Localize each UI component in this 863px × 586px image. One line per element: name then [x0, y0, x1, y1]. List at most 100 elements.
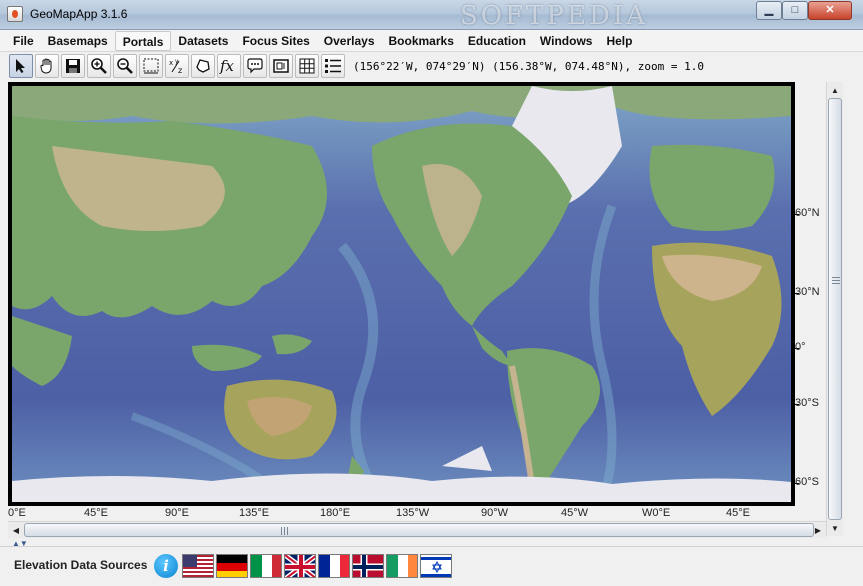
menu-datasets[interactable]: Datasets [171, 31, 235, 51]
menu-file[interactable]: File [6, 31, 41, 51]
maximize-button[interactable]: □ [782, 1, 808, 20]
lat-label-30n: 30°N [795, 286, 820, 298]
rectangle-select-button[interactable] [139, 54, 163, 78]
app-icon [7, 6, 23, 22]
map-canvas [12, 86, 791, 502]
lon-label: 45°E [726, 507, 750, 519]
xyz-tool-button[interactable]: xyz [165, 54, 189, 78]
flag-norway-button[interactable] [352, 554, 384, 578]
israel-flag-icon [421, 555, 451, 577]
horizontal-scrollbar[interactable]: ◀ ▶ [8, 521, 826, 538]
pan-tool-button[interactable] [35, 54, 59, 78]
lat-label-60s: 60°S [795, 476, 819, 488]
france-flag-icon [319, 555, 349, 577]
menu-bar: File Basemaps Portals Datasets Focus Sit… [0, 30, 863, 52]
minimize-button[interactable]: ▁ [756, 1, 782, 20]
italy-flag-icon [251, 555, 281, 577]
scroll-down-arrow-icon[interactable]: ▼ [827, 520, 843, 536]
frame-icon [273, 59, 289, 73]
lon-label: 135°E [239, 507, 270, 519]
scroll-up-arrow-icon[interactable]: ▲ [827, 82, 843, 98]
menu-basemaps[interactable]: Basemaps [41, 31, 115, 51]
menu-overlays[interactable]: Overlays [317, 31, 382, 51]
lasso-tool-button[interactable] [191, 54, 215, 78]
lon-label: 135°W [396, 507, 430, 519]
flag-germany-button[interactable] [216, 554, 248, 578]
svg-text:z: z [178, 66, 182, 75]
select-arrow-icon [16, 59, 25, 73]
pan-hand-icon [40, 58, 52, 74]
zoom-in-icon [91, 58, 107, 74]
speech-bubble-button[interactable] [243, 54, 267, 78]
vertical-scrollbar[interactable]: ▲ ▼ [826, 82, 843, 536]
list-icon [325, 59, 341, 73]
list-button[interactable] [321, 54, 345, 78]
uk-flag-icon [285, 555, 315, 577]
map-frame [8, 82, 795, 506]
softpedia-watermark: SOFTPEDIA [460, 1, 648, 31]
zoom-in-button[interactable] [87, 54, 111, 78]
flag-italy-button[interactable] [250, 554, 282, 578]
lon-label: 90°W [481, 507, 509, 519]
norway-flag-icon [353, 555, 383, 577]
horizontal-scroll-thumb[interactable] [24, 523, 814, 537]
save-button[interactable] [61, 54, 85, 78]
menu-education[interactable]: Education [461, 31, 533, 51]
menu-help[interactable]: Help [599, 31, 639, 51]
us-flag-icon [183, 555, 213, 577]
germany-flag-icon [217, 555, 247, 577]
zoom-out-button[interactable] [113, 54, 137, 78]
flag-uk-button[interactable] [284, 554, 316, 578]
coordinate-readout: (156°22′W, 074°29′N) (156.38°W, 074.48°N… [353, 59, 704, 73]
ireland-flag-icon [387, 555, 417, 577]
menu-windows[interactable]: Windows [533, 31, 600, 51]
lon-label: 180°E [320, 507, 351, 519]
window-title: GeoMapApp 3.1.6 [30, 7, 128, 21]
function-icon: fx [219, 57, 235, 75]
lon-label: 45°W [561, 507, 589, 519]
longitude-axis: 0°E 45°E 90°E 135°E 180°E 135°W 90°W 45°… [8, 506, 795, 522]
lon-label: 45°E [84, 507, 108, 519]
flag-ireland-button[interactable] [386, 554, 418, 578]
svg-text:x: x [169, 59, 173, 67]
lat-label-30s: 30°S [795, 397, 819, 409]
title-bar: GeoMapApp 3.1.6 SOFTPEDIA ▁ □ ✕ [0, 0, 863, 31]
flag-france-button[interactable] [318, 554, 350, 578]
lon-label: 90°E [165, 507, 189, 519]
select-tool-button[interactable] [9, 54, 33, 78]
grid-button[interactable] [295, 54, 319, 78]
scroll-right-arrow-icon[interactable]: ▶ [810, 522, 826, 538]
close-button[interactable]: ✕ [808, 1, 852, 20]
elevation-sources-panel: Elevation Data Sources i [0, 546, 863, 586]
zoom-out-icon [117, 58, 133, 74]
menu-bookmarks[interactable]: Bookmarks [382, 31, 461, 51]
lat-label-60n: 60°N [795, 207, 820, 219]
vertical-scroll-thumb[interactable] [828, 98, 842, 520]
speech-bubble-icon [247, 58, 263, 74]
grip-icon [832, 277, 840, 284]
world-map[interactable] [12, 86, 791, 502]
function-button[interactable]: fx [217, 54, 241, 78]
grid-icon [299, 58, 315, 74]
svg-text:fx: fx [219, 57, 235, 75]
lat-label-equator: 0° [795, 341, 806, 353]
toolbar: xyz fx (156°22′W, 074°29′N) (156.38°W, 0… [0, 52, 863, 80]
close-icon: ✕ [825, 4, 835, 16]
maximize-icon: □ [791, 4, 799, 16]
flag-israel-button[interactable] [420, 554, 452, 578]
elevation-data-sources-label: Elevation Data Sources [14, 558, 148, 572]
lasso-icon [196, 59, 210, 73]
save-disk-icon [66, 59, 80, 73]
scroll-left-arrow-icon[interactable]: ◀ [8, 522, 24, 538]
rectangle-select-icon [143, 58, 159, 74]
lon-label: 0°E [8, 507, 26, 519]
frame-button[interactable] [269, 54, 293, 78]
menu-portals[interactable]: Portals [114, 30, 172, 51]
lon-label: W0°E [642, 507, 671, 519]
xyz-icon: x yz [169, 58, 182, 75]
minimize-icon: ▁ [764, 4, 774, 16]
grip-icon [281, 527, 288, 535]
info-icon[interactable]: i [154, 554, 178, 578]
flag-usa-button[interactable] [182, 554, 214, 578]
menu-focus-sites[interactable]: Focus Sites [235, 31, 316, 51]
